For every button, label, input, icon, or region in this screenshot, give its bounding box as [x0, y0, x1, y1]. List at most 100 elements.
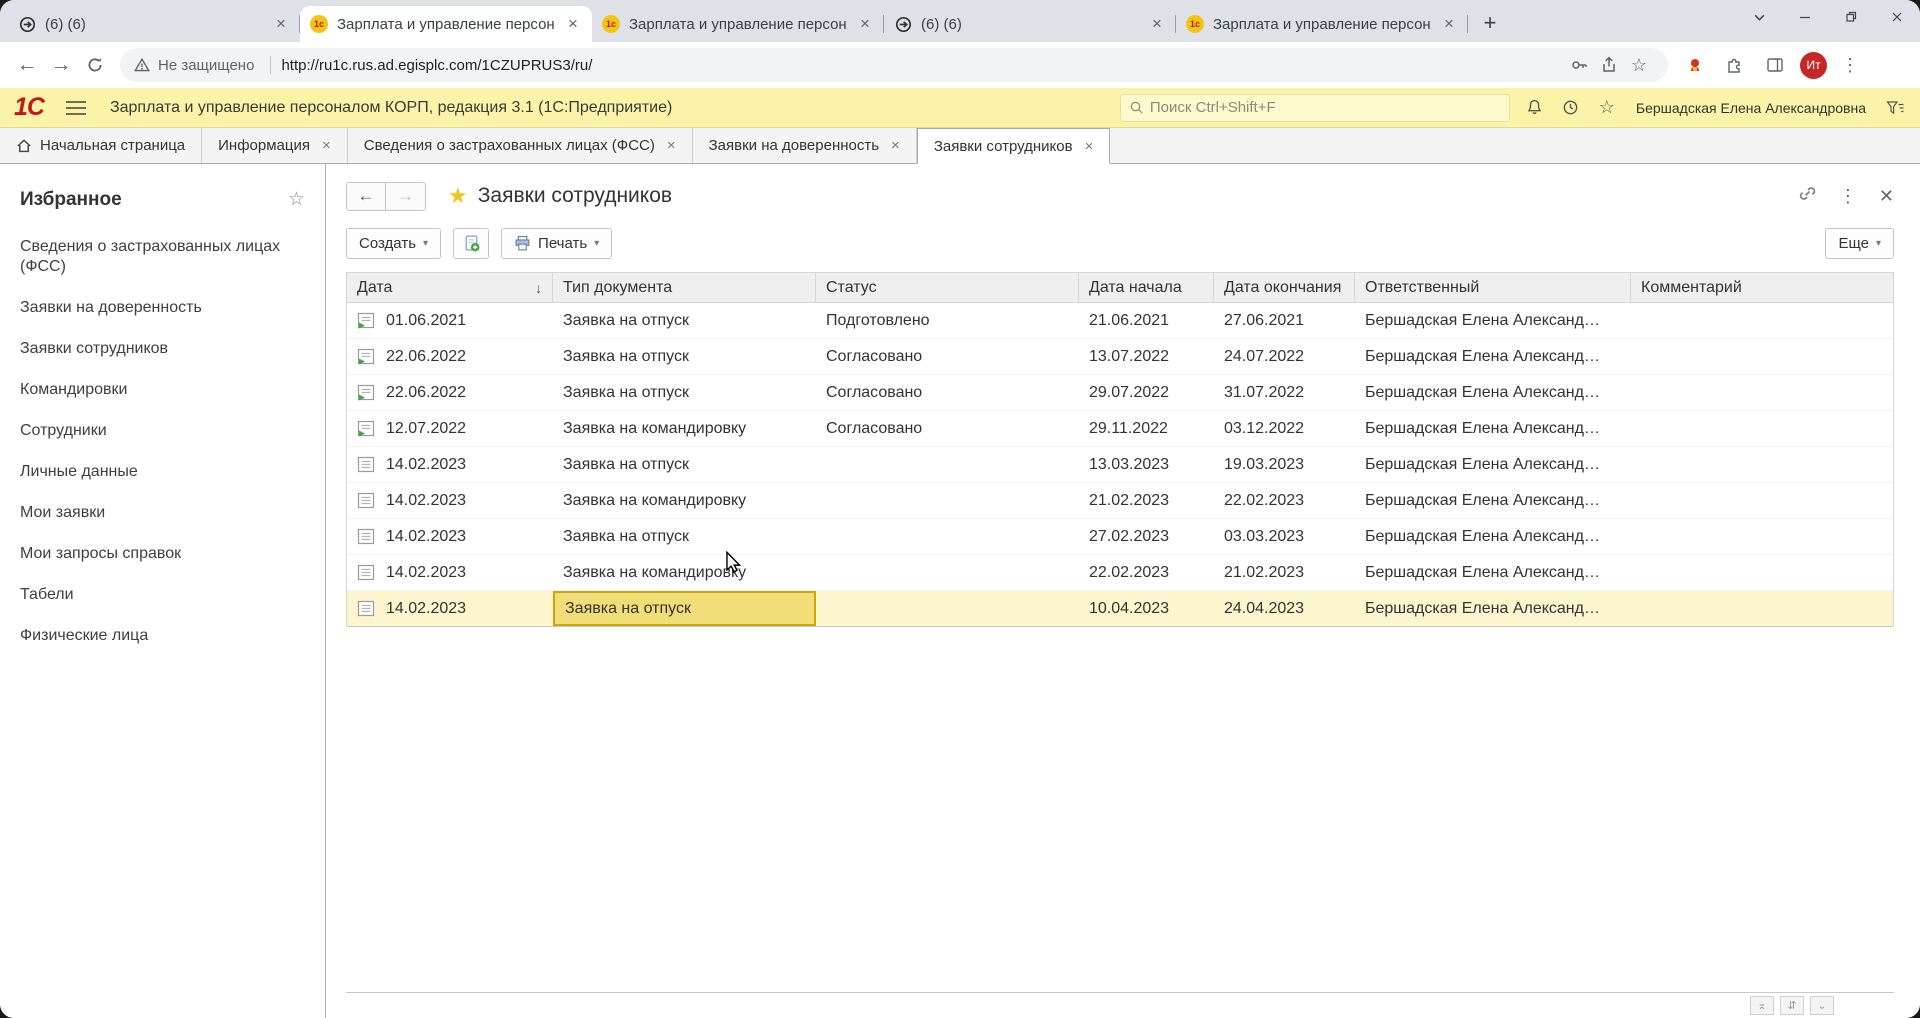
cell-responsible[interactable]: Бершадская Елена Александ… [1355, 411, 1631, 446]
cell-doctype[interactable]: Заявка на отпуск [553, 519, 816, 554]
cell-comment[interactable] [1631, 519, 1893, 554]
browser-back-icon[interactable]: ← [10, 48, 44, 82]
cell-enddate[interactable]: 31.07.2022 [1214, 375, 1355, 410]
app-tab[interactable]: Заявки на доверенность× [693, 128, 917, 163]
favorite-star-icon[interactable]: ★ [448, 183, 468, 209]
cell-comment[interactable] [1631, 555, 1893, 590]
cell-date[interactable]: 22.06.2022 [347, 375, 553, 410]
cell-comment[interactable] [1631, 303, 1893, 338]
browser-forward-icon[interactable]: → [44, 48, 78, 82]
table-row[interactable]: 14.02.2023Заявка на командировку 22.02.20… [347, 555, 1893, 591]
table-row[interactable]: 01.06.2021Заявка на отпускПодготовлено21… [347, 303, 1893, 339]
cell-doctype[interactable]: Заявка на командировку [553, 483, 816, 518]
table-row[interactable]: 22.06.2022Заявка на отпускСогласовано13.… [347, 339, 1893, 375]
url-text[interactable]: http://ru1c.rus.ad.egisplc.com/1CZUPRUS3… [281, 57, 1564, 74]
cell-enddate[interactable]: 22.02.2023 [1214, 483, 1355, 518]
cell-status[interactable]: Согласовано [816, 375, 1079, 410]
table-row[interactable]: 14.02.2023Заявка на отпуск27.02.202303.0… [347, 519, 1893, 555]
bookmark-star-icon[interactable]: ☆ [1624, 50, 1654, 80]
restore-button[interactable] [1828, 0, 1874, 34]
cell-startdate[interactable]: 13.03.2023 [1079, 447, 1214, 482]
browser-profile-avatar[interactable]: Ит [1800, 52, 1827, 79]
tab-close-icon[interactable]: × [272, 15, 290, 33]
more-button[interactable]: Еще▾ [1825, 228, 1894, 259]
cell-startdate[interactable]: 13.07.2022 [1079, 339, 1214, 374]
cell-date[interactable]: 14.02.2023 [347, 555, 553, 590]
browser-tab[interactable]: 1сЗарплата и управление персон× [1176, 6, 1468, 42]
get-link-icon[interactable] [1798, 184, 1817, 208]
browser-tab[interactable]: 1сЗарплата и управление персон× [300, 6, 592, 42]
cell-responsible[interactable]: Бершадская Елена Александ… [1355, 339, 1631, 374]
cell-enddate[interactable]: 21.02.2023 [1214, 555, 1355, 590]
cell-doctype[interactable]: Заявка на командировку [553, 411, 816, 446]
app-tab[interactable]: Сведения о застрахованных лицах (ФСС)× [348, 128, 693, 163]
scroll-updown-button[interactable]: ⇵ [1780, 996, 1804, 1015]
cell-doctype[interactable]: Заявка на отпуск [553, 375, 816, 410]
app-tab[interactable]: Заявки сотрудников× [917, 128, 1111, 164]
column-header-startdate[interactable]: Дата начала [1079, 273, 1214, 302]
cell-responsible[interactable]: Бершадская Елена Александ… [1355, 519, 1631, 554]
cell-startdate[interactable]: 29.07.2022 [1079, 375, 1214, 410]
sidebar-item[interactable]: Сотрудники [20, 421, 305, 441]
copy-document-button[interactable] [453, 228, 489, 259]
cell-comment[interactable] [1631, 375, 1893, 410]
extensions-puzzle-icon[interactable] [1720, 50, 1750, 80]
sidebar-item[interactable]: Сведения о застрахованных лицах (ФСС) [20, 237, 305, 277]
tab-search-chevron-icon[interactable] [1736, 0, 1782, 34]
cell-status[interactable] [816, 591, 1079, 626]
cell-doctype[interactable]: Заявка на отпуск [553, 447, 816, 482]
sidebar-item[interactable]: Заявки на доверенность [20, 298, 305, 318]
security-label[interactable]: Не защищено [158, 57, 254, 74]
side-panel-icon[interactable] [1760, 50, 1790, 80]
tab-close-icon[interactable]: × [1440, 15, 1458, 33]
column-header-status[interactable]: Статус [816, 273, 1079, 302]
cell-date[interactable]: 14.02.2023 [347, 447, 553, 482]
cell-date[interactable]: 12.07.2022 [347, 411, 553, 446]
minimize-button[interactable] [1782, 0, 1828, 34]
cell-startdate[interactable]: 22.02.2023 [1079, 555, 1214, 590]
table-row[interactable]: 14.02.2023Заявка на отпуск10.04.202324.0… [347, 591, 1893, 627]
column-header-doctype[interactable]: Тип документа [553, 273, 816, 302]
cell-enddate[interactable]: 03.03.2023 [1214, 519, 1355, 554]
column-header-responsible[interactable]: Ответственный [1355, 273, 1631, 302]
main-menu-icon[interactable] [66, 101, 86, 115]
cell-status[interactable] [816, 519, 1079, 554]
table-row[interactable]: 22.06.2022Заявка на отпускСогласовано29.… [347, 375, 1893, 411]
sidebar-item[interactable]: Личные данные [20, 462, 305, 482]
cell-enddate[interactable]: 27.06.2021 [1214, 303, 1355, 338]
share-icon[interactable] [1594, 50, 1624, 80]
browser-tab[interactable]: (6) (6)× [884, 6, 1176, 42]
cell-responsible[interactable]: Бершадская Елена Александ… [1355, 483, 1631, 518]
cell-status[interactable]: Согласовано [816, 411, 1079, 446]
table-row[interactable]: 14.02.2023Заявка на командировку 21.02.20… [347, 483, 1893, 519]
cell-date[interactable]: 14.02.2023 [347, 591, 553, 626]
history-icon[interactable] [1560, 97, 1582, 119]
cell-responsible[interactable]: Бершадская Елена Александ… [1355, 303, 1631, 338]
user-name[interactable]: Бершадская Елена Александровна [1636, 100, 1866, 116]
cell-date[interactable]: 14.02.2023 [347, 483, 553, 518]
cell-startdate[interactable]: 29.11.2022 [1079, 411, 1214, 446]
cell-comment[interactable] [1631, 447, 1893, 482]
cell-enddate[interactable]: 24.04.2023 [1214, 591, 1355, 626]
scroll-bottom-button[interactable]: ⌄ [1810, 996, 1834, 1015]
sidebar-star-icon[interactable]: ☆ [288, 188, 305, 211]
cell-startdate[interactable]: 21.02.2023 [1079, 483, 1214, 518]
cell-enddate[interactable]: 03.12.2022 [1214, 411, 1355, 446]
global-search-input[interactable]: Поиск Ctrl+Shift+F [1120, 94, 1510, 122]
cell-responsible[interactable]: Бершадская Елена Александ… [1355, 375, 1631, 410]
sidebar-item[interactable]: Заявки сотрудников [20, 339, 305, 359]
cell-startdate[interactable]: 21.06.2021 [1079, 303, 1214, 338]
favorites-star-icon[interactable]: ☆ [1596, 97, 1618, 119]
cell-status[interactable] [816, 447, 1079, 482]
cell-startdate[interactable]: 27.02.2023 [1079, 519, 1214, 554]
cell-status[interactable]: Согласовано [816, 339, 1079, 374]
scroll-top-button[interactable]: ⌅ [1750, 996, 1774, 1015]
tab-close-icon[interactable]: × [1148, 15, 1166, 33]
cell-doctype[interactable]: Заявка на командировку [553, 555, 816, 590]
cell-responsible[interactable]: Бершадская Елена Александ… [1355, 555, 1631, 590]
table-row[interactable]: 12.07.2022Заявка на командировкуСогласов… [347, 411, 1893, 447]
column-header-comment[interactable]: Комментарий [1631, 273, 1893, 302]
cell-enddate[interactable]: 19.03.2023 [1214, 447, 1355, 482]
app-tab[interactable]: Информация× [202, 128, 348, 163]
cell-responsible[interactable]: Бершадская Елена Александ… [1355, 591, 1631, 626]
